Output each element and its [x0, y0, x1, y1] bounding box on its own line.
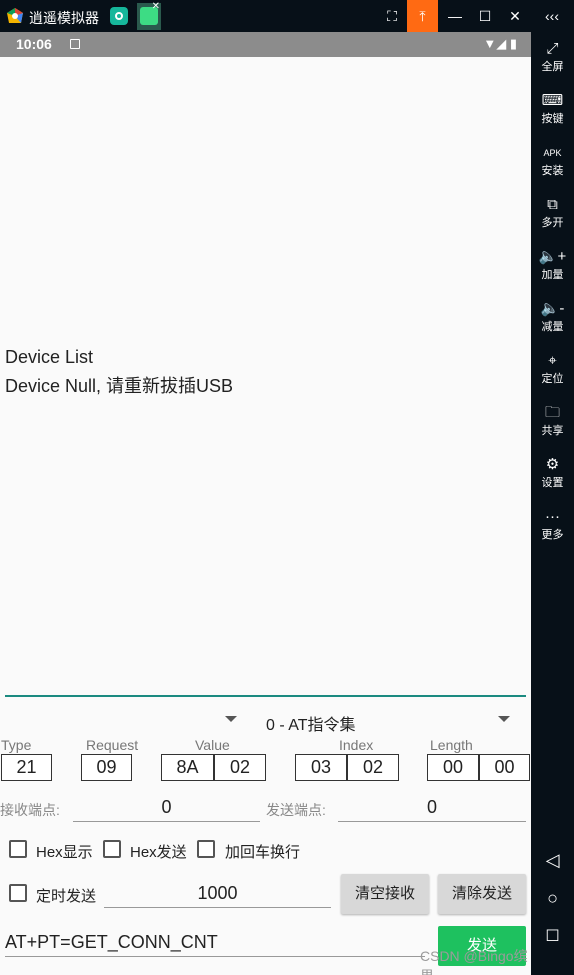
volume-up-icon: 🔈+	[538, 248, 567, 265]
folder-icon: 🗀	[544, 404, 560, 421]
sidebar-label: 安装	[541, 165, 564, 177]
sidebar-label: 全屏	[541, 61, 564, 73]
clear-recv-button[interactable]: 清空接收	[341, 874, 429, 914]
send-endpoint-field[interactable]: 0	[338, 794, 526, 822]
send-input[interactable]: AT+PT=GET_CONN_CNT	[5, 927, 425, 957]
value-label: Value	[195, 737, 230, 753]
sidebar-label: 定位	[541, 373, 564, 385]
recents-icon[interactable]: ☐	[531, 926, 574, 946]
value-lo-field[interactable]: 02	[214, 754, 266, 781]
sidebar-item-volume-up[interactable]: 🔈+ 加量	[531, 246, 574, 282]
timed-send-label: 定时发送	[36, 888, 97, 905]
sidebar-item-share[interactable]: 🗀 共享	[531, 402, 574, 438]
title-bar: 逍遥模拟器 ✕ ⛶ ⤒ — ☐ ✕ ‹‹‹	[0, 0, 574, 32]
notification-icon	[70, 39, 80, 49]
app-title: 逍遥模拟器	[29, 10, 99, 26]
clear-send-button[interactable]: 清除发送	[438, 874, 526, 914]
emulator-sidebar: ⤢ 全屏 ⌨ 按键 APK 安装 ⧉ 多开 🔈+ 加量 🔈- 减量 ⌖ 定位 🗀	[531, 32, 574, 975]
index-label: Index	[339, 737, 374, 753]
status-time: 10:06	[16, 36, 52, 52]
app-logo-icon	[7, 8, 23, 23]
recv-endpoint-label: 接收端点:	[0, 802, 60, 818]
command-set-spinner[interactable]: 0 - AT指令集	[266, 711, 356, 735]
home-icon[interactable]: ○	[531, 888, 574, 909]
type-label: Type	[1, 737, 32, 753]
sidebar-item-keys[interactable]: ⌨ 按键	[531, 90, 574, 126]
tab-app-icon[interactable]	[110, 7, 128, 25]
more-icon: ···	[545, 508, 560, 525]
fullscreen-icon: ⤢	[546, 40, 559, 57]
collapse-icon[interactable]: ‹‹‹	[537, 0, 567, 32]
sidebar-item-settings[interactable]: ⚙ 设置	[531, 454, 574, 490]
close-icon[interactable]: ✕	[500, 0, 530, 32]
android-screen: 10:06 ▼◢ ▮ Device List Device Null, 请重新拔…	[0, 32, 531, 975]
length-hi-field[interactable]: 00	[427, 754, 479, 781]
apk-icon: APK	[543, 148, 562, 158]
index-hi-field[interactable]: 03	[295, 754, 347, 781]
volume-down-icon: 🔈-	[540, 300, 565, 317]
hex-send-label: Hex发送	[130, 844, 187, 861]
sidebar-label: 减量	[541, 321, 564, 333]
crlf-checkbox[interactable]	[197, 840, 215, 858]
timed-send-checkbox[interactable]	[9, 884, 27, 902]
length-lo-field[interactable]: 00	[479, 754, 530, 781]
index-lo-field[interactable]: 02	[347, 754, 399, 781]
dropdown-arrow-icon[interactable]	[498, 716, 510, 722]
sidebar-label: 多开	[541, 217, 564, 229]
device-status-text: Device Null, 请重新拔插USB	[5, 376, 234, 396]
sidebar-label: 设置	[541, 477, 564, 489]
emulator-window: 逍遥模拟器 ✕ ⛶ ⤒ — ☐ ✕ ‹‹‹ ⤢ 全屏 ⌨ 按键 APK 安装 ⧉…	[0, 0, 574, 975]
send-endpoint-label: 发送端点:	[266, 802, 326, 818]
type-field[interactable]: 21	[1, 754, 52, 781]
sidebar-item-volume-down[interactable]: 🔈- 减量	[531, 298, 574, 334]
sidebar-label: 按键	[541, 113, 564, 125]
hex-send-checkbox[interactable]	[103, 840, 121, 858]
sidebar-item-fullscreen[interactable]: ⤢ 全屏	[531, 38, 574, 74]
device-list-label: Device List	[5, 347, 94, 367]
gear-icon: ⚙	[545, 456, 560, 473]
device-info: Device List Device Null, 请重新拔插USB	[5, 343, 233, 401]
value-hi-field[interactable]: 8A	[161, 754, 214, 781]
upload-icon[interactable]: ⤒	[407, 0, 438, 32]
screenshot-icon[interactable]: ⛶	[377, 0, 407, 32]
hex-display-checkbox[interactable]	[9, 840, 27, 858]
back-icon[interactable]: ◁	[531, 850, 574, 871]
maximize-icon[interactable]: ☐	[470, 0, 500, 32]
sidebar-label: 共享	[541, 425, 564, 437]
multi-icon: ⧉	[547, 196, 558, 213]
spinner-left-arrow-icon[interactable]	[225, 716, 237, 722]
request-label: Request	[86, 737, 139, 753]
signal-battery-icon: ▼◢ ▮	[483, 36, 517, 51]
sidebar-item-location[interactable]: ⌖ 定位	[531, 350, 574, 386]
hex-display-label: Hex显示	[36, 844, 93, 861]
watermark: CSDN @Bingo缤果	[420, 948, 528, 975]
sidebar-label: 加量	[541, 269, 564, 281]
receive-area-divider	[5, 695, 526, 697]
recv-endpoint-field[interactable]: 0	[73, 794, 260, 822]
sidebar-item-install[interactable]: APK 安装	[531, 142, 574, 178]
tab-close-icon[interactable]: ✕	[152, 1, 160, 12]
crlf-label: 加回车换行	[225, 844, 301, 861]
interval-field[interactable]: 1000	[104, 880, 331, 908]
sidebar-item-more[interactable]: ··· 更多	[531, 506, 574, 542]
length-label: Length	[430, 737, 473, 753]
request-field[interactable]: 09	[81, 754, 132, 781]
sidebar-item-multi[interactable]: ⧉ 多开	[531, 194, 574, 230]
location-icon: ⌖	[548, 352, 557, 369]
minimize-icon[interactable]: —	[440, 0, 470, 32]
tab-android-app[interactable]: ✕	[137, 1, 161, 30]
keyboard-icon: ⌨	[541, 92, 564, 109]
sidebar-label: 更多	[541, 529, 564, 541]
status-bar: 10:06 ▼◢ ▮	[0, 32, 531, 57]
